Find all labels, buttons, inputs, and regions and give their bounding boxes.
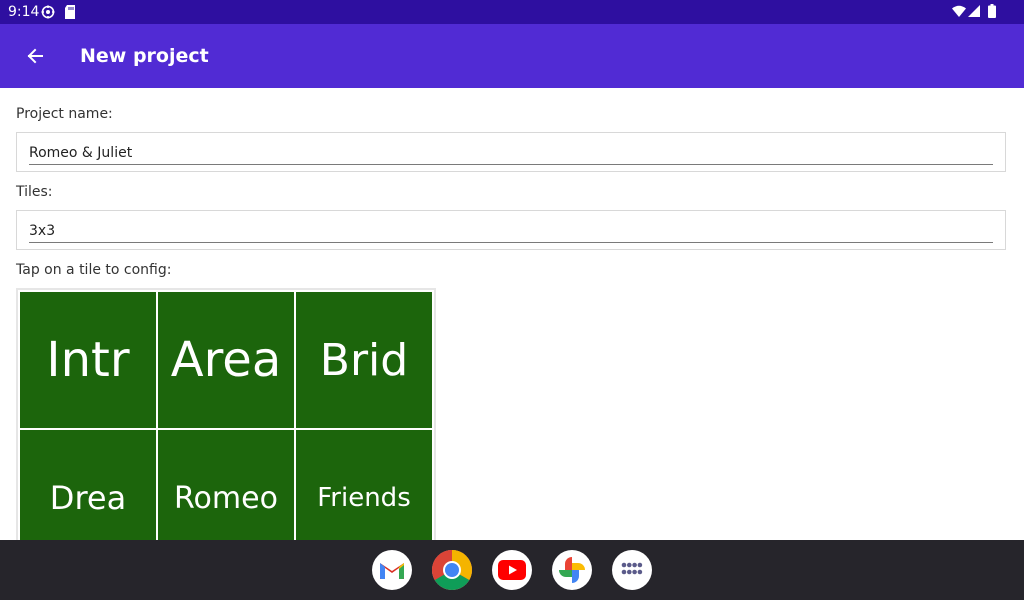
- gmail-icon: [380, 563, 404, 579]
- taskbar: [0, 540, 1024, 600]
- photos-icon: [559, 557, 585, 583]
- tile[interactable]: Intr: [20, 292, 156, 428]
- tiles-field: [16, 210, 1006, 250]
- chrome-app[interactable]: [432, 550, 472, 590]
- back-button[interactable]: [20, 41, 50, 71]
- tiles-label: Tiles:: [16, 184, 53, 200]
- tile[interactable]: Friends: [296, 430, 432, 546]
- tile[interactable]: Brid: [296, 292, 432, 428]
- sd-card-icon: [65, 5, 75, 19]
- tile[interactable]: Romeo: [158, 430, 294, 546]
- wifi-icon: [952, 5, 966, 17]
- tile-label: Romeo: [174, 480, 278, 516]
- project-name-label: Project name:: [16, 106, 113, 122]
- gmail-app[interactable]: [372, 550, 412, 590]
- youtube-app[interactable]: [492, 550, 532, 590]
- back-arrow-icon: [27, 48, 43, 64]
- battery-icon: [988, 4, 996, 18]
- tile-label: Area: [170, 332, 282, 388]
- app-bar: New project: [0, 24, 1024, 88]
- cell-signal-icon: [968, 5, 980, 17]
- project-name-input[interactable]: [29, 142, 993, 165]
- project-name-field: [16, 132, 1006, 172]
- tile[interactable]: Drea: [20, 430, 156, 546]
- tile-label: Drea: [49, 479, 127, 517]
- tiles-input[interactable]: [29, 220, 993, 243]
- tile-grid: Intr Area Brid Drea Romeo Friends: [16, 288, 436, 548]
- tile[interactable]: Area: [158, 292, 294, 428]
- tile-label: Intr: [46, 332, 130, 388]
- tile-label: Brid: [319, 334, 409, 386]
- settings-notification-icon: [41, 5, 55, 19]
- app-drawer-icon: [621, 562, 643, 575]
- grid-hint-label: Tap on a tile to config:: [16, 262, 172, 278]
- photos-app[interactable]: [552, 550, 592, 590]
- app-drawer-button[interactable]: [612, 550, 652, 590]
- tile-label: Friends: [317, 483, 411, 513]
- status-bar: 9:14: [0, 0, 1024, 24]
- page-title: New project: [80, 45, 209, 67]
- status-time: 9:14: [8, 4, 40, 20]
- youtube-icon: [498, 560, 526, 580]
- chrome-icon: [432, 550, 472, 590]
